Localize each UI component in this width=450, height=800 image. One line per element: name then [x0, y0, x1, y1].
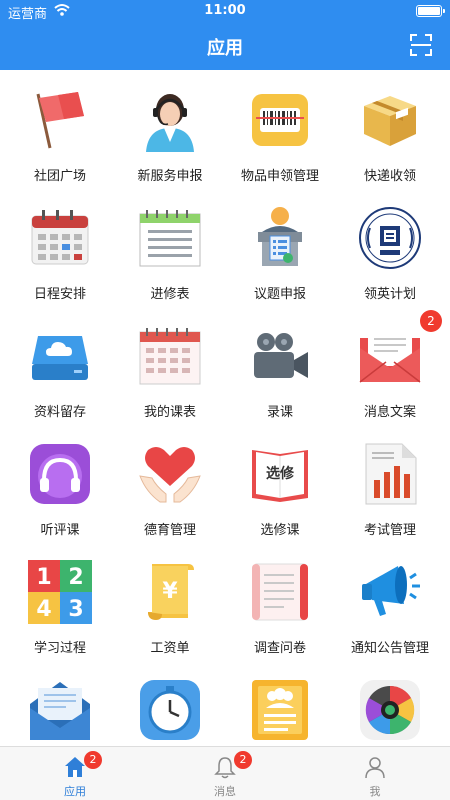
yuan-scroll-icon: ¥ [148, 564, 194, 620]
tab-messages[interactable]: 2 消息 [150, 747, 300, 800]
app-tile[interactable] [334, 670, 446, 746]
page-title: 应用 [207, 38, 243, 59]
app-tile[interactable]: 考试管理 [334, 434, 446, 552]
app-tile[interactable] [224, 670, 336, 746]
app-tile[interactable]: 录课 [224, 316, 336, 434]
notification-badge: 2 [420, 310, 442, 332]
cloud-drive-icon [32, 336, 88, 380]
app-tile[interactable]: 我的课表 [114, 316, 226, 434]
open-mail-icon [30, 682, 90, 740]
headphones-icon [30, 444, 90, 504]
status-time: 11:00 [204, 3, 246, 18]
app-label: 快递收领 [363, 169, 416, 184]
podium-speaker-icon [258, 207, 302, 266]
app-label: 进修表 [150, 287, 190, 302]
tab-me[interactable]: 我 [300, 747, 450, 800]
app-label: 德育管理 [143, 523, 196, 538]
app-tile[interactable]: 调查问卷 [224, 552, 336, 670]
app-label: 考试管理 [363, 523, 416, 538]
app-label: 学习过程 [33, 641, 86, 656]
svg-text:2: 2 [68, 565, 83, 590]
app-label: 议题申报 [253, 287, 306, 302]
status-bar: 运营商 11:00 [0, 0, 450, 22]
notification-badge: 2 [84, 751, 102, 769]
app-label: 领英计划 [363, 287, 416, 302]
calendar-icon [31, 210, 89, 265]
customer-service-agent-icon [146, 94, 194, 152]
app-tile[interactable]: 新服务申报 [114, 80, 226, 198]
app-tile[interactable]: 议题申报 [224, 198, 336, 316]
app-tile[interactable] [4, 670, 116, 746]
svg-text:3: 3 [68, 597, 83, 622]
svg-text:选修: 选修 [266, 465, 295, 482]
elective-book-icon: 选修 [252, 450, 308, 502]
app-tile[interactable]: 德育管理 [114, 434, 226, 552]
app-tile[interactable]: 快递收领 [334, 80, 446, 198]
group-document-icon [252, 680, 308, 740]
app-tile[interactable]: 1243 学习过程 [4, 552, 116, 670]
app-grid: 社团广场 新服务申报 物品申领管理 快递收领 日程安排 进修表 议题申报 领英计… [0, 80, 450, 746]
megaphone-icon [362, 566, 420, 616]
envelope-icon [359, 330, 421, 383]
questionnaire-scroll-icon [252, 563, 308, 621]
svg-text:¥: ¥ [162, 579, 178, 604]
app-label: 物品申领管理 [240, 169, 319, 184]
app-tile[interactable] [114, 670, 226, 746]
tab-label: 应用 [64, 785, 86, 798]
exam-report-icon [365, 443, 417, 505]
nav-bar: 应用 [0, 22, 450, 70]
scan-icon[interactable] [410, 34, 432, 56]
heart-hands-icon [139, 447, 201, 503]
app-tile[interactable]: 资料留存 [4, 316, 116, 434]
app-tile[interactable]: 日程安排 [4, 198, 116, 316]
person-icon [365, 757, 385, 779]
app-label: 选修课 [260, 523, 300, 538]
battery-icon [416, 5, 445, 17]
barcode-icon [252, 94, 308, 146]
app-tile[interactable]: 选修 选修课 [224, 434, 336, 552]
list-board-icon [139, 210, 201, 267]
tab-bar: 2 应用 2 消息 我 [0, 746, 450, 800]
package-box-icon [364, 96, 416, 146]
notification-badge: 2 [234, 751, 252, 769]
timetable-icon [139, 328, 201, 385]
number-blocks-icon: 1 24 3 [28, 560, 92, 624]
app-tile[interactable]: 通知公告管理 [334, 552, 446, 670]
app-tile[interactable]: 2 消息文案 [334, 310, 446, 434]
app-tile[interactable]: 听评课 [4, 434, 116, 552]
app-tile[interactable]: 领英计划 [334, 198, 446, 316]
video-camera-icon [254, 333, 308, 378]
app-label: 我的课表 [143, 405, 196, 420]
app-label: 听评课 [40, 523, 80, 538]
tab-label: 我 [369, 785, 381, 798]
emblem-seal-icon [359, 207, 421, 269]
svg-text:4: 4 [36, 597, 51, 622]
colorful-wheel-icon [360, 680, 420, 740]
app-label: 工资单 [150, 641, 190, 656]
app-label: 资料留存 [33, 405, 86, 420]
app-tile[interactable]: 社团广场 [4, 80, 116, 198]
app-label: 录课 [266, 405, 293, 420]
app-label: 通知公告管理 [350, 641, 429, 656]
app-label: 日程安排 [33, 287, 86, 302]
app-label: 调查问卷 [253, 641, 306, 656]
tab-apps[interactable]: 2 应用 [0, 747, 150, 800]
clock-icon [140, 680, 200, 740]
tab-label: 消息 [214, 785, 236, 798]
app-tile[interactable]: 进修表 [114, 198, 226, 316]
app-label: 新服务申报 [137, 169, 203, 184]
app-tile[interactable]: ¥ 工资单 [114, 552, 226, 670]
app-label: 社团广场 [33, 169, 86, 184]
svg-text:1: 1 [36, 565, 51, 590]
app-tile[interactable]: 物品申领管理 [224, 80, 336, 198]
app-label: 消息文案 [363, 405, 416, 420]
red-flag-icon [36, 92, 84, 149]
